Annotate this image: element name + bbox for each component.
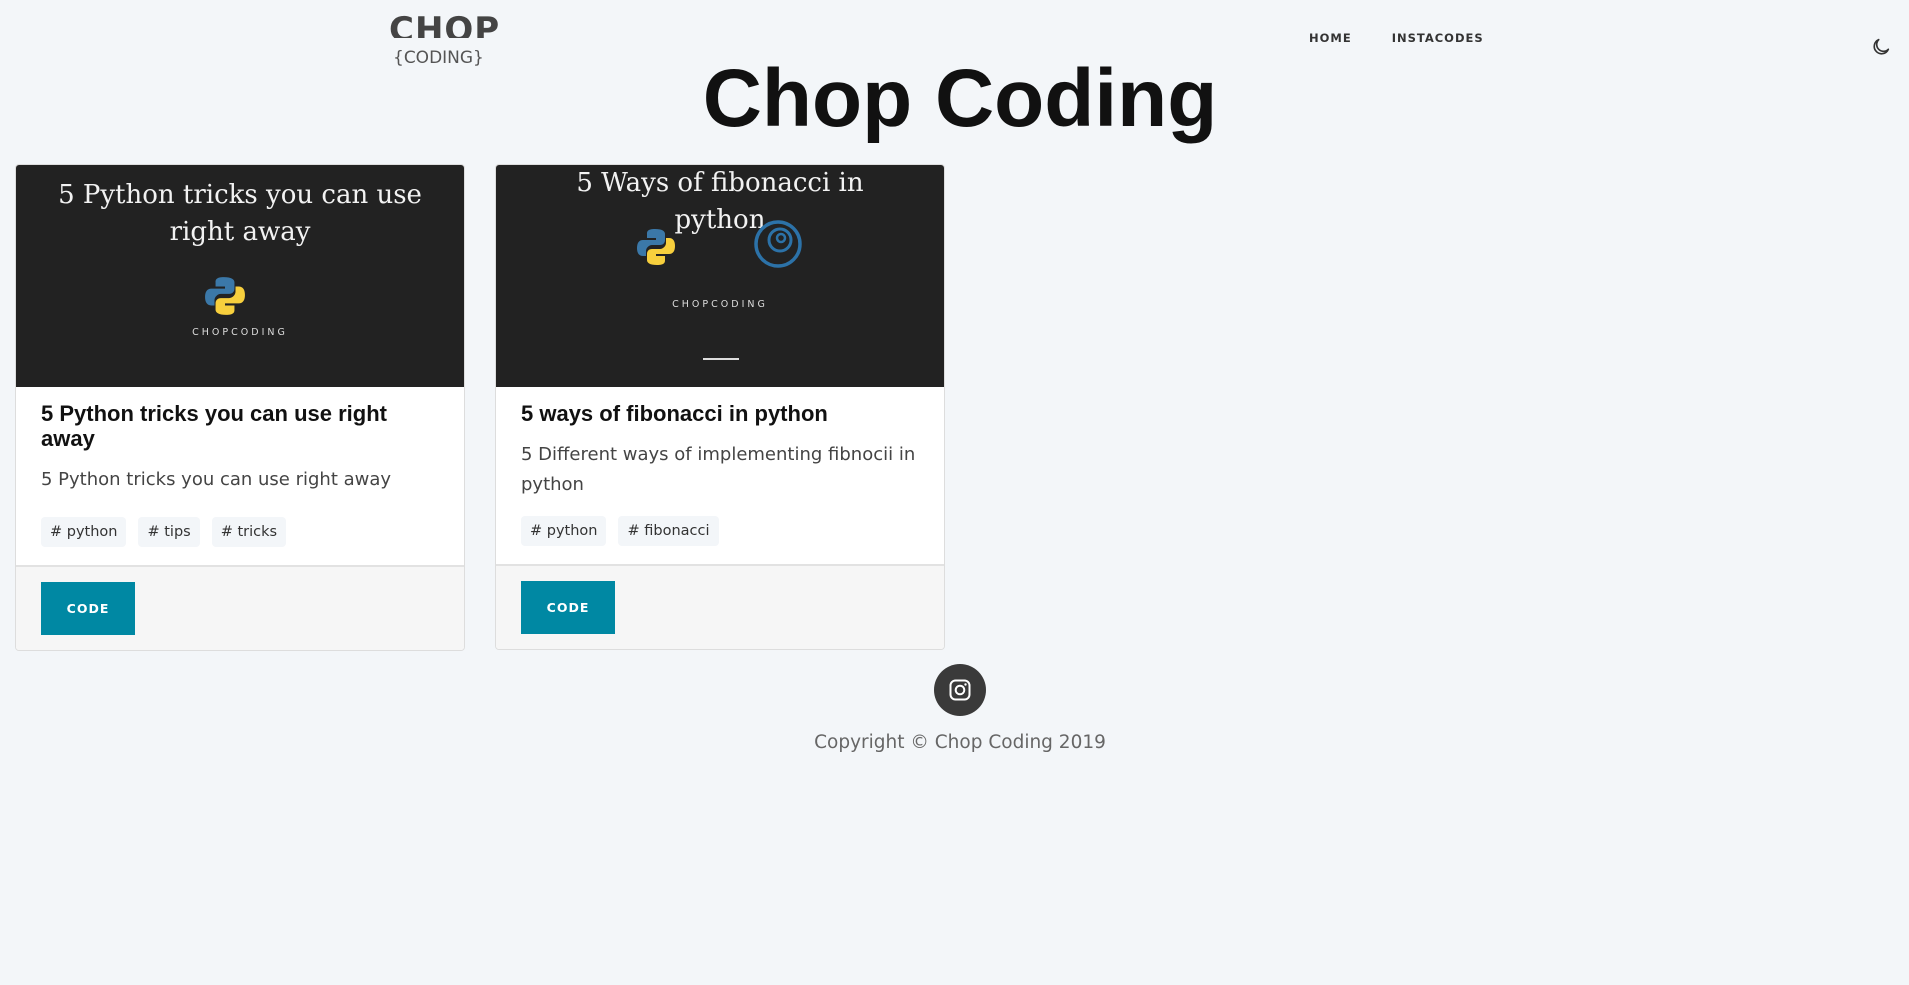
divider-line bbox=[703, 358, 739, 360]
thumbnail-title: 5 Python tricks you can use right away bbox=[58, 180, 422, 247]
nav-instacodes[interactable]: INSTACODES bbox=[1392, 31, 1484, 45]
thumbnail-title: 5 Ways of fibonacci in python bbox=[576, 168, 864, 235]
instagram-link[interactable] bbox=[934, 664, 986, 716]
code-button[interactable]: CODE bbox=[41, 582, 135, 635]
post-description: 5 Python tricks you can use right away bbox=[41, 469, 392, 490]
logo-top-text: CHOP bbox=[389, 10, 499, 38]
post-description: 5 Different ways of implementing fibnoci… bbox=[521, 444, 916, 495]
instagram-icon bbox=[949, 679, 971, 701]
tag-fibonacci[interactable]: # fibonacci bbox=[618, 516, 719, 546]
post-thumbnail[interactable]: 5 Python tricks you can use right away C… bbox=[16, 165, 464, 387]
copyright: Copyright © Chop Coding 2019 bbox=[814, 732, 1106, 753]
python-logo-icon bbox=[637, 229, 675, 265]
thumbnail-brand: CHOPCODING bbox=[672, 299, 768, 310]
python-logo-icon bbox=[205, 277, 245, 315]
tag-python[interactable]: # python bbox=[41, 517, 127, 547]
post-thumbnail[interactable]: 5 Ways of fibonacci in python CHOPCODING bbox=[496, 165, 944, 387]
post-title[interactable]: 5 ways of fibonacci in python bbox=[521, 401, 919, 426]
tag-tricks[interactable]: # tricks bbox=[211, 517, 287, 547]
post-card: 5 Python tricks you can use right away C… bbox=[15, 164, 465, 651]
nav-home[interactable]: HOME bbox=[1309, 31, 1352, 45]
thumbnail-brand: CHOPCODING bbox=[192, 327, 288, 338]
post-title[interactable]: 5 Python tricks you can use right away bbox=[41, 401, 439, 451]
spiral-icon bbox=[754, 220, 802, 268]
page-title: Chop Coding bbox=[702, 53, 1218, 144]
code-button[interactable]: CODE bbox=[521, 581, 615, 634]
tag-tips[interactable]: # tips bbox=[138, 517, 200, 547]
post-card: 5 Ways of fibonacci in python CHOPCODING… bbox=[495, 164, 945, 650]
tag-python[interactable]: # python bbox=[521, 516, 607, 546]
main-nav: HOME INSTACODES bbox=[1309, 31, 1484, 45]
